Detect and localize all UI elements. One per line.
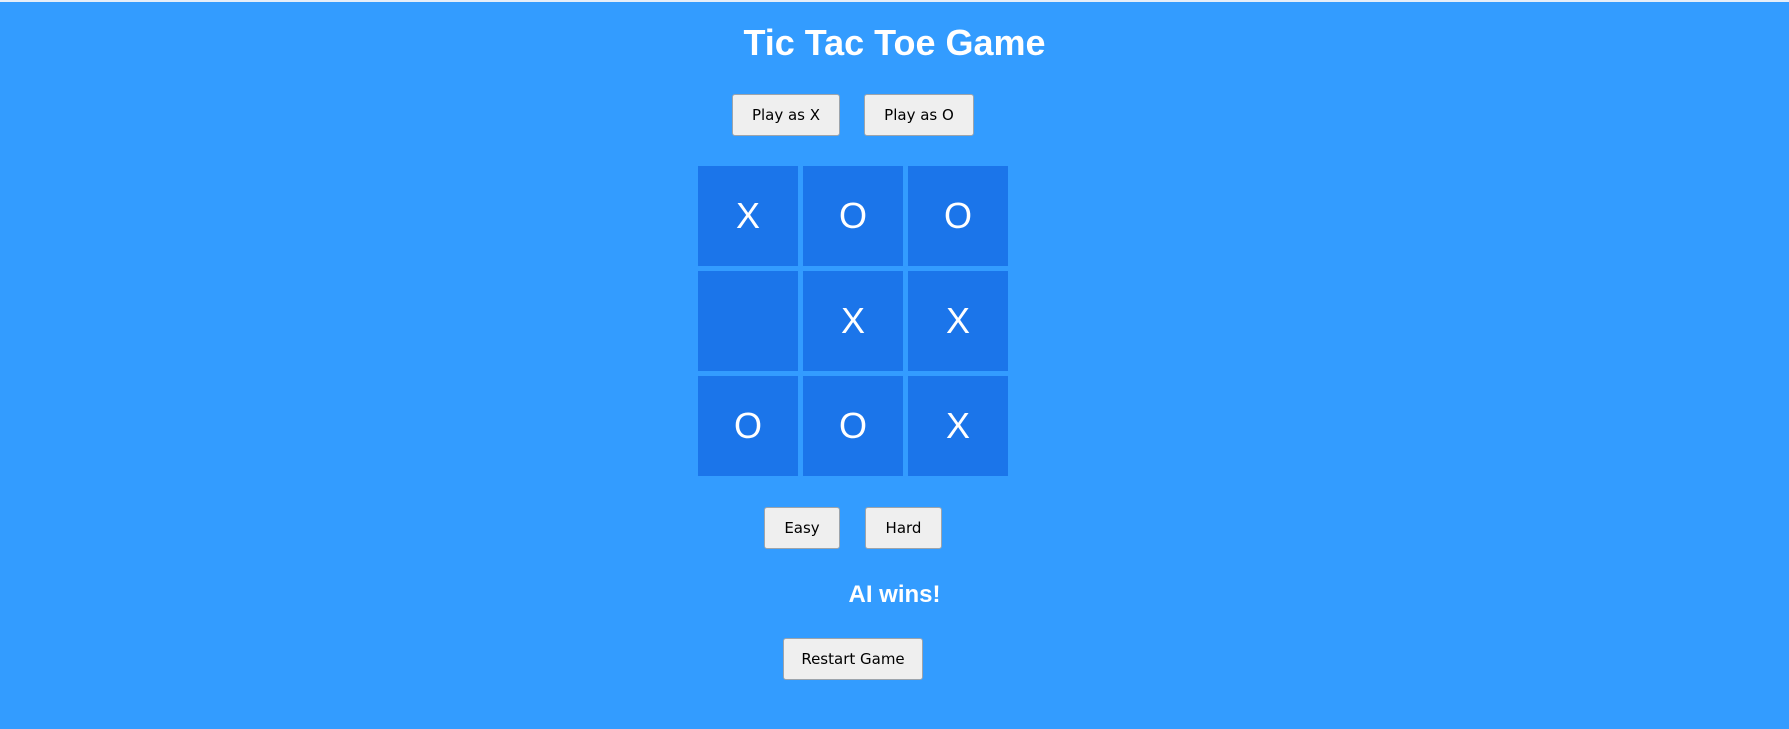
board-cell-5[interactable]: X (803, 271, 903, 371)
game-board: X O O X X O O X (698, 166, 1009, 480)
board-cell-3[interactable]: O (908, 166, 1008, 266)
board-cell-9[interactable]: X (908, 376, 1008, 476)
page-title: Tic Tac Toe Game (743, 22, 1046, 63)
board-cell-6[interactable]: X (908, 271, 1008, 371)
play-as-x-button[interactable]: Play as X (732, 94, 840, 136)
board-cell-8[interactable]: O (803, 376, 903, 476)
restart-game-button[interactable]: Restart Game (783, 638, 923, 680)
board-cell-4[interactable] (698, 271, 798, 371)
game-status-message: AI wins! (848, 581, 941, 608)
board-cell-7[interactable]: O (698, 376, 798, 476)
game-page: Tic Tac Toe Game Play as X Play as O X O… (0, 0, 1789, 729)
play-as-o-button[interactable]: Play as O (864, 94, 974, 136)
easy-difficulty-button[interactable]: Easy (764, 507, 840, 549)
hard-difficulty-button[interactable]: Hard (865, 507, 942, 549)
board-cell-1[interactable]: X (698, 166, 798, 266)
board-cell-2[interactable]: O (803, 166, 903, 266)
